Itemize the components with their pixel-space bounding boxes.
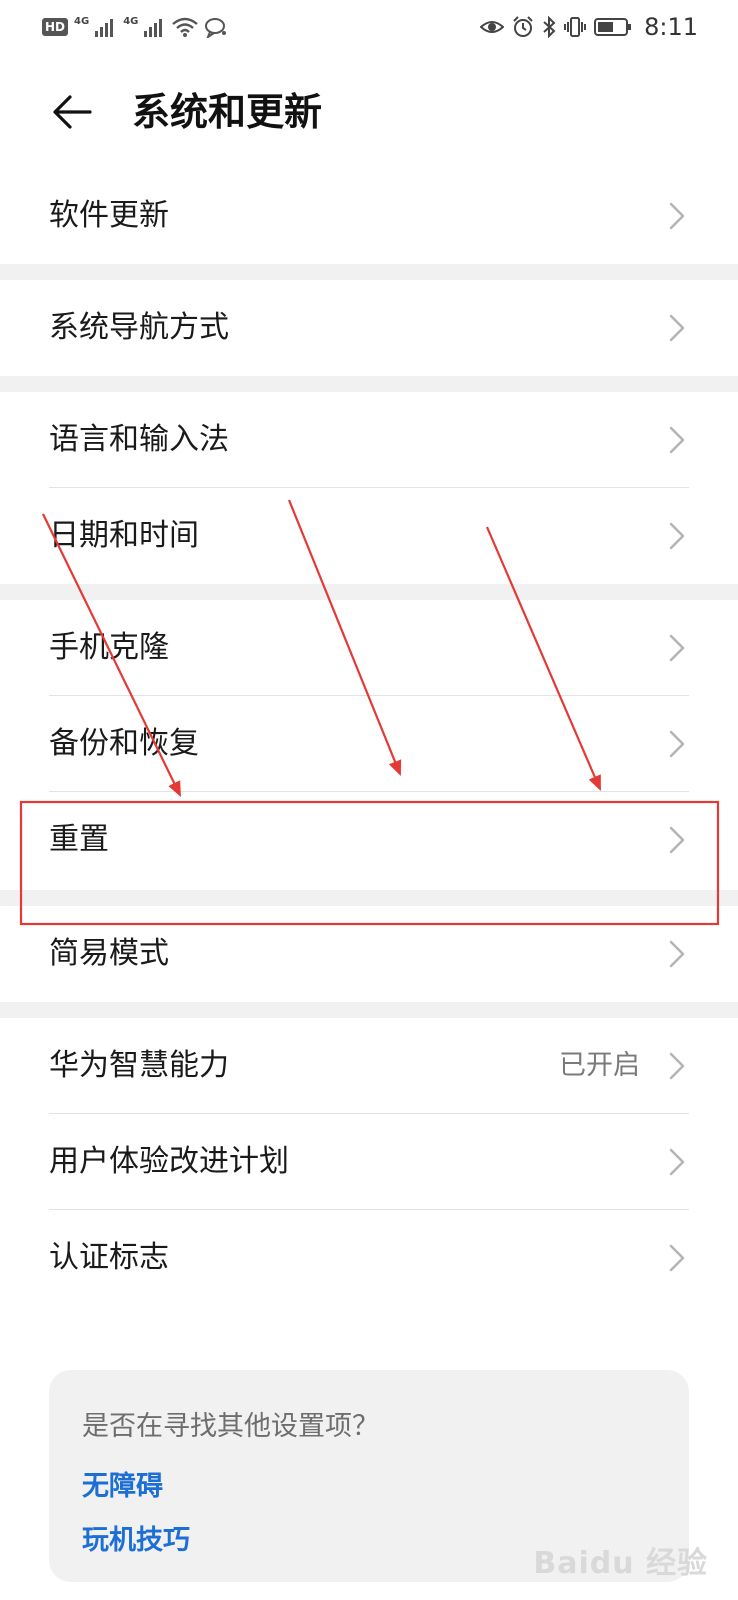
item-status-value: 已开启 bbox=[559, 1050, 640, 1081]
chevron-right-icon bbox=[669, 634, 685, 662]
bluetooth-icon bbox=[543, 16, 556, 38]
list-item-language-input[interactable]: 语言和输入法 bbox=[0, 392, 738, 488]
item-label: 软件更新 bbox=[49, 198, 169, 233]
item-label: 语言和输入法 bbox=[49, 422, 229, 457]
group-separator bbox=[0, 376, 738, 392]
list-item-certification[interactable]: 认证标志 bbox=[0, 1210, 738, 1306]
list-item-backup-restore[interactable]: 备份和恢复 bbox=[0, 696, 738, 792]
chevron-right-icon bbox=[669, 426, 685, 454]
chevron-right-icon bbox=[669, 1244, 685, 1272]
list-item-phone-clone[interactable]: 手机克隆 bbox=[0, 600, 738, 696]
back-arrow-icon bbox=[53, 95, 92, 129]
status-left: HD 4G 4G bbox=[42, 12, 228, 42]
chevron-right-icon bbox=[669, 826, 685, 854]
list-item-software-update[interactable]: 软件更新 bbox=[0, 168, 738, 264]
settings-group: 手机克隆 备份和恢复 重置 bbox=[0, 600, 738, 888]
item-label: 日期和时间 bbox=[49, 518, 199, 553]
item-label: 华为智慧能力 bbox=[49, 1048, 229, 1083]
link-accessibility[interactable]: 无障碍 bbox=[82, 1464, 163, 1503]
group-separator bbox=[0, 1002, 738, 1018]
battery-icon bbox=[594, 18, 632, 36]
wifi-icon bbox=[172, 17, 199, 37]
network-type-label: 4G bbox=[123, 15, 139, 27]
baidu-watermark: Baidu 经验 bbox=[533, 1546, 708, 1581]
group-separator bbox=[0, 584, 738, 600]
status-bar: HD 4G 4G 8:11 bbox=[0, 0, 738, 56]
chevron-right-icon bbox=[669, 940, 685, 968]
settings-group: 语言和输入法 日期和时间 bbox=[0, 392, 738, 584]
list-item-date-time[interactable]: 日期和时间 bbox=[0, 488, 738, 584]
header: 系统和更新 bbox=[0, 72, 738, 152]
network-type-label: 4G bbox=[74, 15, 90, 27]
list-item-simple-mode[interactable]: 简易模式 bbox=[0, 906, 738, 1002]
settings-group: 华为智慧能力 已开启 用户体验改进计划 认证标志 bbox=[0, 1018, 738, 1306]
chevron-right-icon bbox=[669, 314, 685, 342]
group-separator bbox=[0, 264, 738, 280]
chevron-right-icon bbox=[669, 730, 685, 758]
eye-comfort-icon bbox=[480, 21, 505, 33]
settings-group: 系统导航方式 bbox=[0, 280, 738, 376]
chevron-right-icon bbox=[669, 1148, 685, 1176]
signal-icon bbox=[95, 19, 114, 37]
item-label: 备份和恢复 bbox=[49, 726, 199, 761]
chat-icon bbox=[205, 18, 227, 38]
settings-group: 简易模式 bbox=[0, 906, 738, 1002]
hd-icon: HD bbox=[42, 18, 69, 36]
item-label: 认证标志 bbox=[49, 1240, 169, 1275]
signal-icon bbox=[144, 19, 163, 37]
settings-group: 软件更新 bbox=[0, 168, 738, 264]
status-time: 8:11 bbox=[644, 13, 698, 41]
item-label: 用户体验改进计划 bbox=[49, 1144, 289, 1179]
chevron-right-icon bbox=[669, 1052, 685, 1080]
back-button[interactable] bbox=[48, 88, 96, 136]
alarm-icon bbox=[513, 16, 533, 37]
link-phone-tips[interactable]: 玩机技巧 bbox=[82, 1518, 190, 1557]
list-item-system-navigation[interactable]: 系统导航方式 bbox=[0, 280, 738, 376]
group-separator bbox=[0, 890, 738, 906]
chevron-right-icon bbox=[669, 522, 685, 550]
item-label: 简易模式 bbox=[49, 936, 169, 971]
list-item-huawei-ai[interactable]: 华为智慧能力 已开启 bbox=[0, 1018, 738, 1114]
chevron-right-icon bbox=[669, 202, 685, 230]
list-item-reset[interactable]: 重置 bbox=[0, 792, 738, 888]
item-label: 系统导航方式 bbox=[49, 310, 229, 345]
vibrate-icon bbox=[564, 17, 587, 37]
suggestion-title: 是否在寻找其他设置项？ bbox=[82, 1411, 379, 1442]
item-label: 重置 bbox=[49, 822, 109, 857]
status-right: 8:11 bbox=[480, 12, 698, 42]
page-title: 系统和更新 bbox=[132, 90, 323, 134]
list-item-user-experience[interactable]: 用户体验改进计划 bbox=[0, 1114, 738, 1210]
item-label: 手机克隆 bbox=[49, 630, 169, 665]
